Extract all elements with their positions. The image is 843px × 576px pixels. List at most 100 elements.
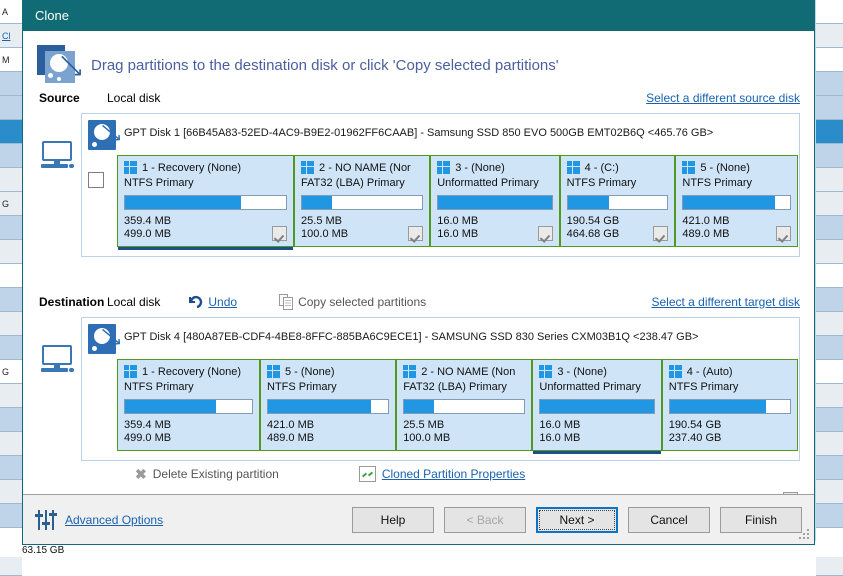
partition-sizes: 359.4 MB 499.0 MB xyxy=(124,215,172,240)
background-table-row xyxy=(816,72,843,96)
footer-buttons: Help < Back Next > Cancel Finish xyxy=(352,506,802,533)
windows-logo-icon xyxy=(267,365,280,378)
undo-icon xyxy=(188,295,204,309)
partition-name: 4 - (C:) xyxy=(584,161,619,174)
cloned-partition-properties-label[interactable]: Cloned Partition Properties xyxy=(382,467,525,481)
partition-filesystem: FAT32 (LBA) Primary xyxy=(403,381,507,393)
finish-button[interactable]: Finish xyxy=(720,506,802,533)
partition-filesystem: NTFS Primary xyxy=(566,177,637,189)
background-table-row xyxy=(816,96,843,120)
advanced-options-link[interactable]: Advanced Options xyxy=(65,513,163,527)
select-different-target-disk-link[interactable]: Select a different target disk xyxy=(651,295,800,309)
background-table-row: Cl xyxy=(0,24,22,48)
partition-sizes: 190.54 GB 237.40 GB xyxy=(668,419,722,444)
source-type: Local disk xyxy=(107,91,161,105)
source-disk-title: GPT Disk 1 [66B45A83-52ED-4AC9-B9E2-0196… xyxy=(124,127,714,139)
partition-card[interactable]: 1 - Recovery (None) NTFS Primary 359.4 MB 4… xyxy=(117,155,295,250)
partition-card[interactable]: 1 - Recovery (None) NTFS Primary 359.4 MB 4… xyxy=(117,359,260,451)
background-table-row xyxy=(0,312,22,336)
source-disk-panel[interactable]: ⟶ GPT Disk 1 [66B45A83-52ED-4AC9-B9E2-01… xyxy=(81,113,800,257)
destination-partition-list: 1 - Recovery (None) NTFS Primary 359.4 MB 4… xyxy=(116,358,799,454)
background-table-row xyxy=(816,120,843,144)
destination-type: Local disk xyxy=(107,295,161,309)
partition-card[interactable]: 4 - (C:) NTFS Primary 190.54 GB 464.68 GB xyxy=(559,155,676,247)
cancel-button[interactable]: Cancel xyxy=(628,506,710,533)
partition-sizes: 190.54 GB 464.68 GB xyxy=(566,215,620,240)
background-table-row xyxy=(816,432,843,456)
background-table-row xyxy=(816,168,843,192)
background-table-row xyxy=(816,0,843,24)
partition-filesystem: Unformatted Primary xyxy=(437,177,539,189)
background-table-row xyxy=(816,288,843,312)
destination-computer-icon xyxy=(39,317,81,461)
partition-sizes: 16.0 MB 16.0 MB xyxy=(437,215,479,240)
background-table-row xyxy=(0,288,22,312)
partition-usage-bar xyxy=(437,195,553,210)
partition-card[interactable]: 2 - NO NAME (Nor FAT32 (LBA) Primary 25.5 … xyxy=(294,155,431,247)
background-status-text: 63.15 GB xyxy=(22,545,65,556)
partition-checkbox[interactable] xyxy=(408,226,424,241)
partition-card[interactable]: 4 - (Auto) NTFS Primary 190.54 GB 237.40 GB xyxy=(661,359,798,451)
destination-disk-panel[interactable]: ⟶ GPT Disk 4 [480A87EB-CDF4-4BE8-8FFC-88… xyxy=(81,317,800,461)
background-table-row xyxy=(816,240,843,264)
partition-usage-bar xyxy=(566,195,669,210)
partition-filesystem: NTFS Primary xyxy=(267,381,337,393)
selected-partition-indicator xyxy=(118,247,294,250)
windows-logo-icon xyxy=(682,161,696,174)
background-table-row xyxy=(0,144,22,168)
clone-dialog: Clone ⟶ Drag partitions to the destinati… xyxy=(22,0,815,545)
delete-existing-partition-button[interactable]: ✖ Delete Existing partition xyxy=(135,466,279,483)
selected-partition-indicator xyxy=(533,451,661,454)
back-button: < Back xyxy=(444,506,526,533)
partition-usage-bar xyxy=(403,399,526,414)
partition-checkbox[interactable] xyxy=(537,226,553,241)
select-different-source-disk-link[interactable]: Select a different source disk xyxy=(646,91,800,105)
partition-card[interactable]: 2 - NO NAME (Non FAT32 (LBA) Primary 25.5 … xyxy=(396,359,533,451)
background-table-row xyxy=(816,336,843,360)
sliders-icon xyxy=(35,509,57,531)
partition-checkbox[interactable] xyxy=(775,226,791,241)
partition-card[interactable]: 5 - (None) NTFS Primary 421.0 MB 489.0 MB xyxy=(675,155,798,247)
background-table-row xyxy=(0,408,22,432)
partition-sizes: 421.0 MB 489.0 MB xyxy=(267,419,315,444)
source-select-all-checkbox[interactable] xyxy=(88,172,104,188)
copy-selected-partitions-button[interactable]: Copy selected partitions xyxy=(279,294,426,310)
delete-existing-partition-label: Delete Existing partition xyxy=(152,467,279,481)
next-button[interactable]: Next > xyxy=(536,506,618,533)
partition-filesystem: NTFS Primary xyxy=(124,381,194,393)
partition-checkbox[interactable] xyxy=(272,226,288,241)
background-table-row xyxy=(0,168,22,192)
copy-selected-partitions-label[interactable]: Copy selected partitions xyxy=(298,295,426,309)
background-table-row xyxy=(0,264,22,288)
windows-logo-icon xyxy=(437,161,451,174)
windows-logo-icon xyxy=(668,365,682,378)
partition-usage-bar xyxy=(301,195,424,210)
partition-card[interactable]: 5 - (None) NTFS Primary 421.0 MB 489.0 MB xyxy=(260,359,397,451)
background-table-row xyxy=(816,456,843,480)
dialog-footer: Advanced Options Help < Back Next > Cancel F… xyxy=(23,494,814,544)
destination-header-row: Destination Local disk Undo Copy selecte… xyxy=(23,291,814,313)
partition-filesystem: NTFS Primary xyxy=(668,381,739,393)
dialog-titlebar: Clone xyxy=(23,1,814,31)
partition-name: 5 - (None) xyxy=(700,161,750,174)
hard-disk-icon: ⟶ xyxy=(88,321,127,354)
background-table-row xyxy=(816,360,843,384)
help-button[interactable]: Help xyxy=(352,506,434,533)
source-computer-icon xyxy=(39,113,81,257)
background-table-row xyxy=(0,336,22,360)
background-table-row xyxy=(0,240,22,264)
resize-grip[interactable] xyxy=(799,529,811,541)
background-table-row xyxy=(0,216,22,240)
background-table-row xyxy=(0,432,22,456)
partition-card[interactable]: 3 - (None) Unformatted Primary 16.0 MB 16.0… xyxy=(430,155,560,247)
undo-button[interactable]: Undo xyxy=(188,295,237,309)
background-table-row: G xyxy=(0,192,22,216)
undo-label[interactable]: Undo xyxy=(208,295,237,309)
background-table-row xyxy=(816,216,843,240)
cloned-partition-properties-button[interactable]: Cloned Partition Properties xyxy=(358,466,525,482)
source-label: Source xyxy=(39,91,80,105)
windows-logo-icon xyxy=(566,161,580,174)
partition-usage-bar xyxy=(539,399,655,414)
partition-checkbox[interactable] xyxy=(653,226,669,241)
partition-card[interactable]: 3 - (None) Unformatted Primary 16.0 MB 16.0… xyxy=(532,359,662,454)
